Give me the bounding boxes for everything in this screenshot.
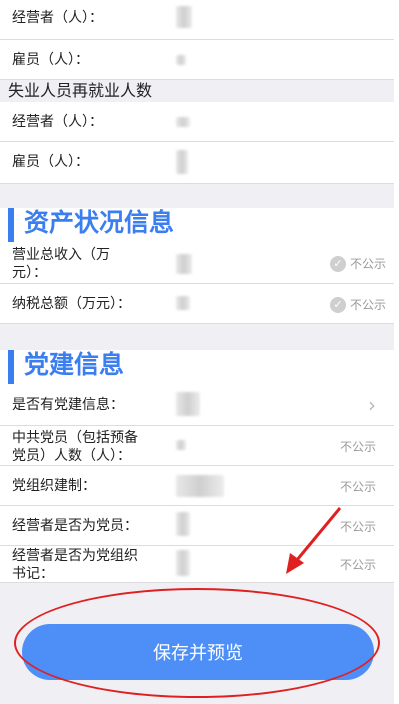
party-members-public-toggle[interactable]: 不公示 — [340, 438, 376, 455]
revenue-public-text: 不公示 — [349, 257, 386, 271]
reemployment-employee-row[interactable]: 雇员（人）： — [0, 142, 394, 184]
employer-count-value — [176, 6, 192, 28]
party-members-value — [176, 440, 186, 450]
employer-count-row[interactable]: 经营者（人）： — [0, 0, 394, 40]
operator-is-secretary-value — [176, 550, 190, 576]
has-party-info-value — [176, 392, 200, 416]
party-organization-public-toggle[interactable]: 不公示 — [340, 478, 376, 495]
tax-public-toggle[interactable]: ✓ 不公示 — [329, 296, 386, 313]
reemployment-employer-label: 经营者（人）： — [12, 114, 103, 130]
reemployment-employee-label: 雇员（人）： — [12, 154, 89, 170]
chevron-right-icon[interactable]: › — [368, 393, 376, 417]
reemployment-employer-row[interactable]: 经营者（人）： — [0, 102, 394, 142]
operator-is-member-row[interactable]: 经营者是否为党员： 不公示 — [0, 506, 394, 546]
revenue-value — [176, 254, 192, 274]
employee-count-label: 雇员（人）： — [12, 52, 89, 68]
operator-is-secretary-label: 经营者是否为党组织 书记： — [12, 547, 138, 583]
employee-count-row[interactable]: 雇员（人）： — [0, 40, 394, 80]
party-organization-row[interactable]: 党组织建制： 不公示 — [0, 466, 394, 506]
assets-spacer — [0, 184, 394, 208]
assets-section-accent-bar — [8, 208, 14, 242]
assets-section-title: 资产状况信息 — [24, 208, 175, 237]
operator-is-member-value — [176, 512, 190, 536]
has-party-info-row[interactable]: 是否有党建信息： › — [0, 384, 394, 426]
party-members-label-line2: 党员）人数（人）： — [12, 448, 131, 464]
reemployment-employee-value — [176, 150, 188, 174]
party-members-label: 中共党员（包括预备 党员）人数（人）： — [12, 429, 138, 465]
save-and-preview-button[interactable]: 保存并预览 — [22, 624, 374, 680]
party-organization-value — [176, 475, 224, 497]
check-icon: ✓ — [329, 296, 346, 313]
tax-row[interactable]: 纳税总额（万元）： ✓ 不公示 — [0, 284, 394, 324]
revenue-row[interactable]: 营业总收入（万 元）： ✓ 不公示 — [0, 242, 394, 284]
revenue-public-toggle[interactable]: ✓ 不公示 — [329, 255, 386, 272]
employer-count-label: 经营者（人）： — [12, 10, 103, 26]
operator-is-member-public-toggle[interactable]: 不公示 — [340, 518, 376, 535]
party-section-title: 党建信息 — [24, 350, 125, 379]
reemployment-employer-value — [176, 117, 190, 127]
party-members-label-line1: 中共党员（包括预备 — [12, 430, 138, 446]
operator-is-secretary-label-line1: 经营者是否为党组织 — [12, 548, 138, 564]
party-spacer — [0, 324, 394, 350]
operator-is-secretary-public-text: 不公示 — [339, 558, 376, 572]
revenue-label: 营业总收入（万 元）： — [12, 246, 110, 282]
reemployment-section-title: 失业人员再就业人数 — [8, 81, 153, 100]
employee-count-value — [176, 55, 186, 65]
tax-label: 纳税总额（万元）： — [12, 296, 131, 312]
operator-is-secretary-label-line2: 书记： — [12, 566, 54, 582]
party-members-row[interactable]: 中共党员（包括预备 党员）人数（人）： 不公示 — [0, 426, 394, 466]
revenue-label-line2: 元）： — [12, 265, 47, 281]
party-members-public-text: 不公示 — [339, 440, 376, 454]
check-icon: ✓ — [329, 255, 346, 272]
has-party-info-label: 是否有党建信息： — [12, 397, 124, 413]
party-section-header: 党建信息 — [0, 350, 394, 384]
operator-is-secretary-public-toggle[interactable]: 不公示 — [340, 556, 376, 573]
tax-value — [176, 296, 190, 310]
operator-is-member-label: 经营者是否为党员： — [12, 518, 138, 534]
operator-is-secretary-row[interactable]: 经营者是否为党组织 书记： 不公示 — [0, 546, 394, 583]
revenue-label-line1: 营业总收入（万 — [12, 247, 110, 263]
tax-public-text: 不公示 — [349, 298, 386, 312]
assets-section-header: 资产状况信息 — [0, 208, 394, 242]
party-section-accent-bar — [8, 350, 14, 384]
party-organization-label: 党组织建制： — [12, 478, 96, 494]
operator-is-member-public-text: 不公示 — [339, 520, 376, 534]
party-organization-public-text: 不公示 — [339, 480, 376, 494]
